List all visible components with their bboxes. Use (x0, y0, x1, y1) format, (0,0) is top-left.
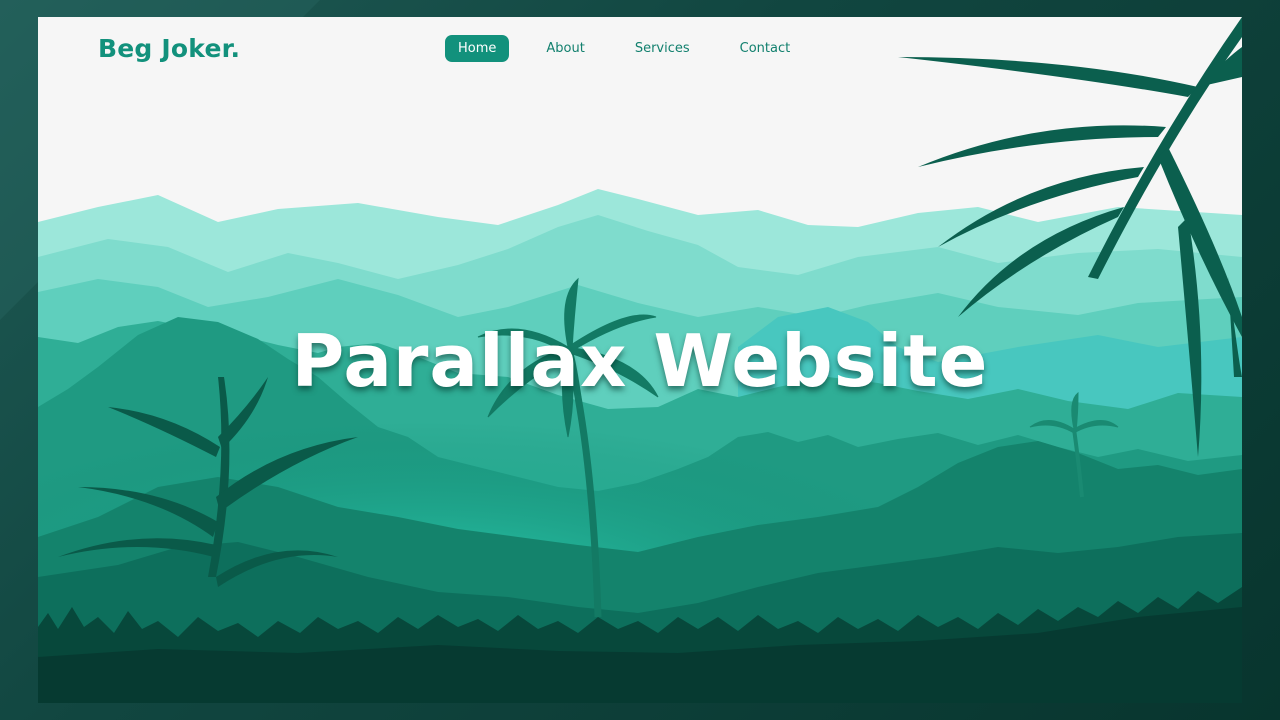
nav-link-contact[interactable]: Contact (727, 35, 804, 62)
brand-logo[interactable]: Beg Joker. (98, 34, 240, 63)
nav-link-about[interactable]: About (533, 35, 597, 62)
nav-link-home[interactable]: Home (445, 35, 510, 62)
navigation-bar: Beg Joker. Home About Services Contact (38, 17, 1242, 81)
nav-link-services[interactable]: Services (622, 35, 703, 62)
hero-title: Parallax Website (291, 319, 989, 403)
nav-menu: Home About Services Contact (445, 35, 827, 62)
parallax-scene: Beg Joker. Home About Services Contact P… (38, 17, 1242, 703)
